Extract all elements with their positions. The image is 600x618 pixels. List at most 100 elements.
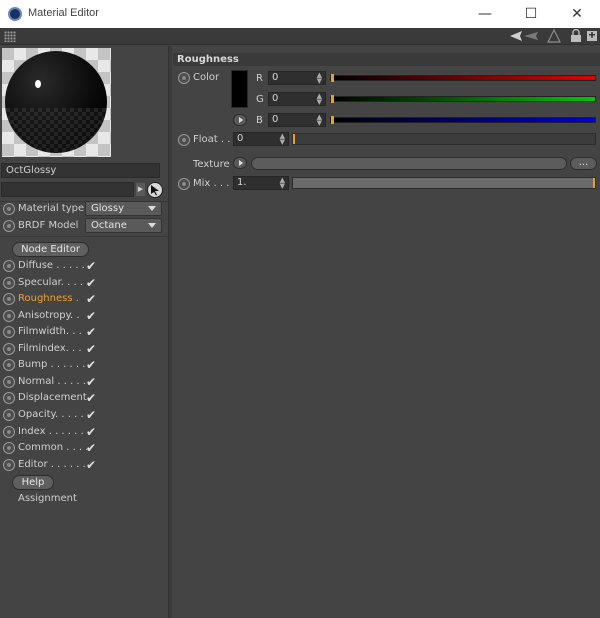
- color-radio-icon[interactable]: [178, 72, 190, 84]
- checkmark-icon[interactable]: ✔: [86, 326, 96, 338]
- spinner-icon[interactable]: ▲ ▼: [280, 133, 285, 146]
- pick-cursor-button[interactable]: [147, 182, 163, 198]
- minimize-button[interactable]: —: [462, 0, 508, 28]
- g-value-field[interactable]: 0 ▲ ▼: [268, 92, 326, 106]
- texture-label: Texture: [193, 159, 230, 170]
- b-value-field[interactable]: 0 ▲ ▼: [268, 113, 326, 127]
- channel-bump[interactable]: Bump . . . . . .: [18, 359, 85, 370]
- channel-radio-icon[interactable]: [3, 359, 15, 371]
- checkmark-icon[interactable]: ✔: [86, 376, 96, 388]
- checkmark-icon[interactable]: ✔: [86, 277, 96, 289]
- spinner-icon[interactable]: ▲ ▼: [280, 177, 285, 190]
- channel-radio-icon[interactable]: [3, 442, 15, 454]
- channel-radio-icon[interactable]: [3, 343, 15, 355]
- slider-knob[interactable]: [293, 134, 295, 144]
- panel-divider[interactable]: [168, 46, 172, 618]
- close-button[interactable]: ✕: [554, 0, 600, 28]
- channel-roughness[interactable]: Roughness .: [18, 293, 79, 304]
- b-label: B: [256, 115, 263, 126]
- red-slider[interactable]: [330, 74, 596, 82]
- mix-value-field[interactable]: 1. ▲ ▼: [233, 176, 289, 190]
- channel-index[interactable]: Index . . . . . .: [18, 426, 84, 437]
- title-bar: Material Editor — ☐ ✕: [0, 0, 600, 28]
- maximize-button[interactable]: ☐: [508, 0, 554, 28]
- channel-radio-icon[interactable]: [3, 426, 15, 438]
- material-preview[interactable]: [2, 48, 111, 157]
- mix-value: 1.: [237, 177, 247, 188]
- checkmark-icon[interactable]: ✔: [86, 359, 96, 371]
- search-up-icon[interactable]: [547, 28, 561, 43]
- checkmark-icon[interactable]: ✔: [86, 409, 96, 421]
- new-panel-icon[interactable]: [586, 29, 598, 43]
- r-value-field[interactable]: 0 ▲ ▼: [268, 71, 326, 85]
- slider-knob[interactable]: [331, 95, 334, 103]
- checkmark-icon[interactable]: ✔: [86, 260, 96, 272]
- r-value: 0: [272, 72, 279, 83]
- mix-radio-icon[interactable]: [178, 178, 190, 190]
- checkmark-icon[interactable]: ✔: [86, 310, 96, 322]
- checkmark-icon[interactable]: ✔: [86, 442, 96, 454]
- texture-browse-button[interactable]: ...: [570, 157, 597, 170]
- channel-opacity[interactable]: Opacity. . . . .: [18, 409, 84, 420]
- lock-icon[interactable]: [570, 28, 582, 43]
- channel-radio-icon[interactable]: [3, 260, 15, 272]
- slider-knob[interactable]: [331, 74, 334, 82]
- float-value-field[interactable]: 0 ▲ ▼: [233, 132, 289, 146]
- assignment-tab[interactable]: Assignment: [18, 493, 77, 504]
- float-radio-icon[interactable]: [178, 134, 190, 146]
- chevron-down-icon: [148, 206, 156, 211]
- color-label: Color: [193, 72, 220, 83]
- channel-radio-icon[interactable]: [3, 293, 15, 305]
- checkmark-icon[interactable]: ✔: [86, 459, 96, 471]
- brdf-model-dropdown[interactable]: Octane: [85, 218, 162, 233]
- checkmark-icon[interactable]: ✔: [86, 293, 96, 305]
- checkmark-icon[interactable]: ✔: [86, 392, 96, 404]
- channel-anisotropy[interactable]: Anisotropy. .: [18, 310, 80, 321]
- link-arrow-icon[interactable]: ▶: [136, 183, 145, 196]
- link-field[interactable]: [1, 182, 134, 197]
- texture-field[interactable]: [251, 157, 567, 170]
- channel-radio-icon[interactable]: [3, 392, 15, 404]
- color-swatch[interactable]: [231, 70, 248, 108]
- channel-common[interactable]: Common . . . .: [18, 442, 88, 453]
- grip-icon[interactable]: [4, 31, 16, 42]
- channel-radio-icon[interactable]: [3, 326, 15, 338]
- slider-knob[interactable]: [331, 116, 334, 124]
- brdf-model-value: Octane: [91, 220, 127, 231]
- slider-knob[interactable]: [593, 178, 595, 188]
- help-button[interactable]: Help: [12, 475, 54, 490]
- spinner-icon[interactable]: ▲ ▼: [317, 114, 322, 127]
- channel-radio-icon[interactable]: [3, 310, 15, 322]
- g-label: G: [256, 94, 264, 105]
- material-type-dropdown[interactable]: Glossy: [85, 201, 162, 216]
- blue-slider[interactable]: [330, 116, 596, 124]
- channel-radio-icon[interactable]: [3, 409, 15, 421]
- play-arrow-icon[interactable]: [233, 114, 247, 126]
- checkmark-icon[interactable]: ✔: [86, 343, 96, 355]
- material-name-field[interactable]: OctGlossy: [1, 163, 160, 178]
- channel-normal[interactable]: Normal . . . . .: [18, 376, 86, 387]
- spinner-icon[interactable]: ▲ ▼: [317, 93, 322, 106]
- green-slider[interactable]: [330, 95, 596, 103]
- brdf-model-radio-icon[interactable]: [3, 220, 15, 232]
- node-editor-button[interactable]: Node Editor: [12, 242, 89, 257]
- spinner-icon[interactable]: ▲ ▼: [317, 72, 322, 85]
- section-header: Roughness: [173, 53, 600, 66]
- brdf-model-label: BRDF Model: [18, 220, 79, 231]
- play-arrow-icon[interactable]: [233, 157, 247, 169]
- channel-radio-icon[interactable]: [3, 277, 15, 289]
- material-type-value: Glossy: [91, 203, 124, 214]
- channel-radio-icon[interactable]: [3, 459, 15, 471]
- channel-diffuse[interactable]: Diffuse . . . . .: [18, 260, 85, 271]
- checkmark-icon[interactable]: ✔: [86, 426, 96, 438]
- back-arrow-icon[interactable]: [508, 29, 542, 43]
- channel-radio-icon[interactable]: [3, 376, 15, 388]
- channel-specular[interactable]: Specular. . . . .: [18, 277, 89, 288]
- material-type-radio-icon[interactable]: [3, 203, 15, 215]
- channel-filmindex[interactable]: Filmindex. . .: [18, 343, 82, 354]
- float-slider[interactable]: [292, 133, 596, 145]
- channel-filmwidth[interactable]: Filmwidth. . .: [18, 326, 82, 337]
- channel-displacement[interactable]: Displacement: [18, 392, 87, 403]
- mix-slider[interactable]: [292, 177, 596, 189]
- channel-editor[interactable]: Editor . . . . . .: [18, 459, 86, 470]
